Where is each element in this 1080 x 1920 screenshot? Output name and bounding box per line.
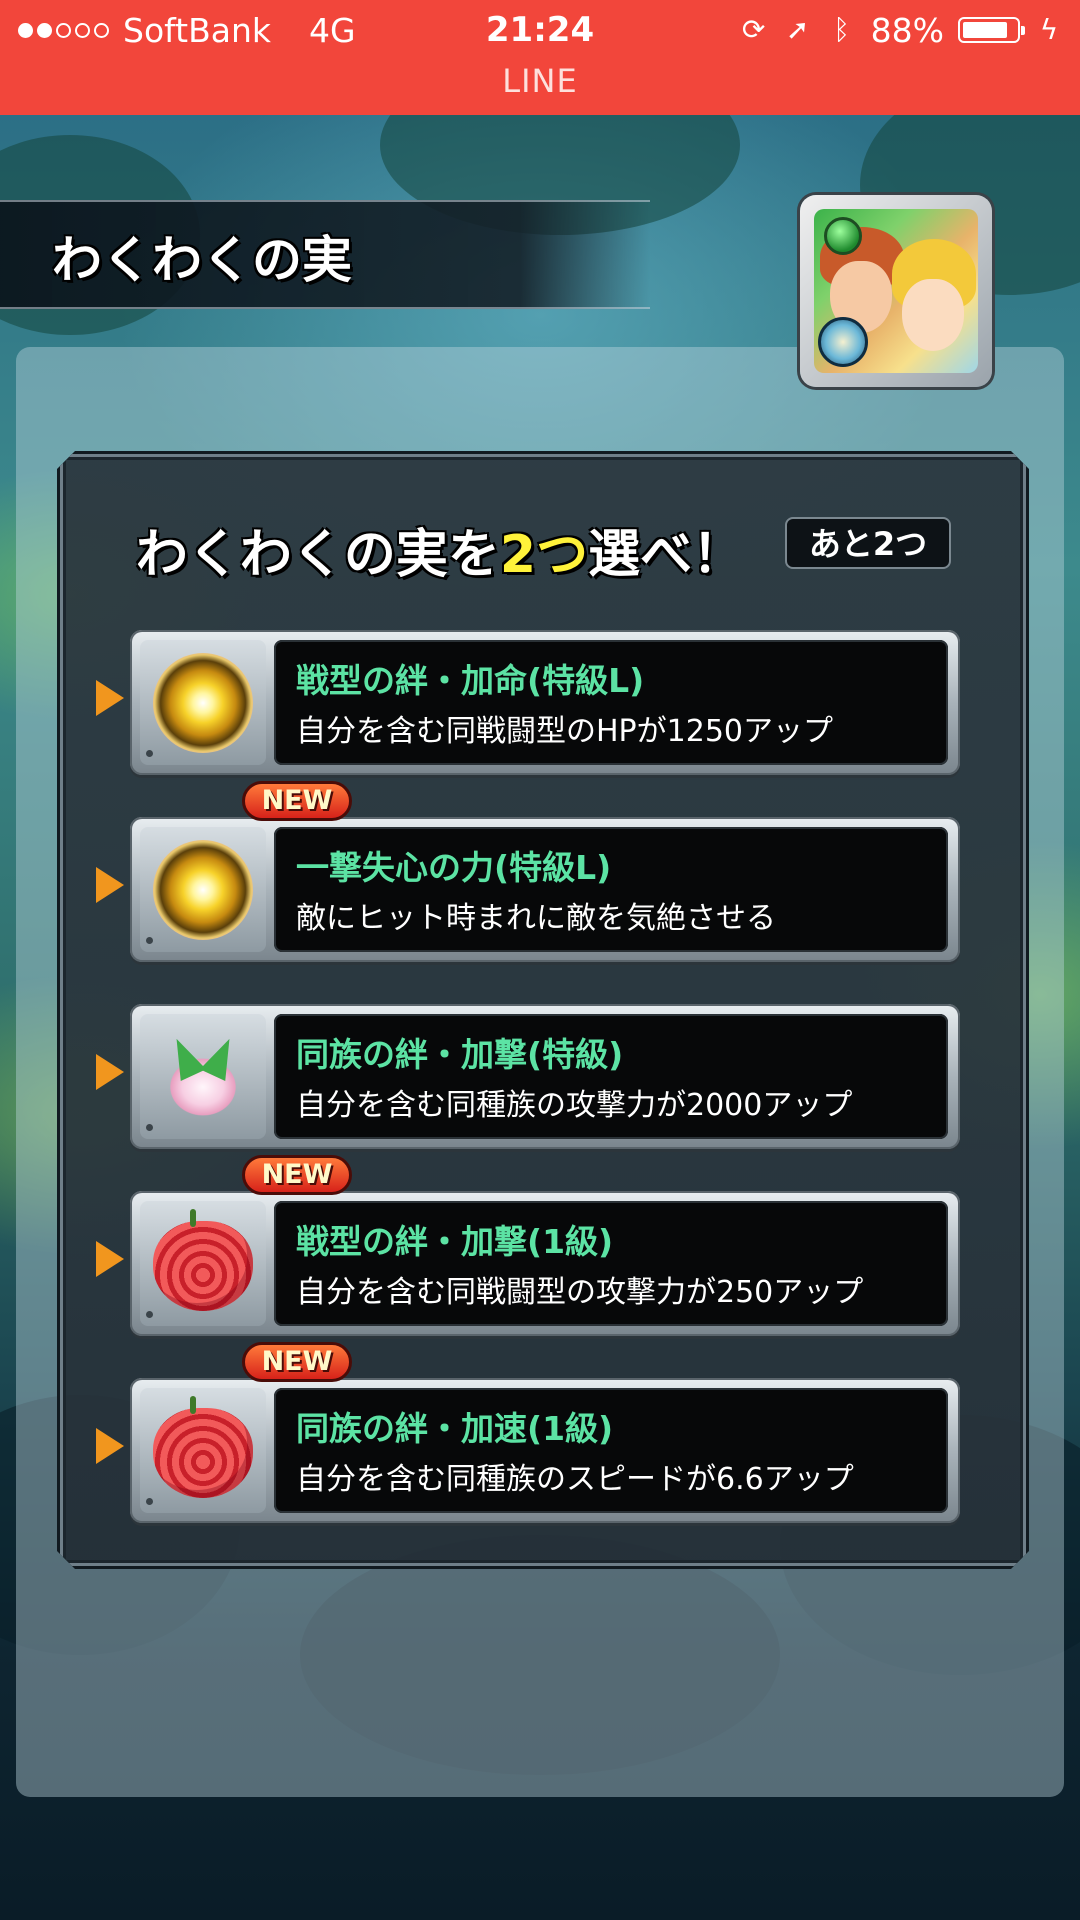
battery-icon <box>958 17 1025 43</box>
element-orb-icon <box>824 217 862 255</box>
location-arrow-icon: ➚ <box>785 13 810 46</box>
red-fruit-icon <box>153 1221 253 1311</box>
fruit-title: 同族の絆・加速(1級) <box>296 1409 614 1448</box>
character-avatar <box>800 195 992 387</box>
new-badge: NEW <box>242 1155 352 1195</box>
return-to-app-label[interactable]: LINE <box>0 62 1080 100</box>
sun-orb-icon <box>153 653 253 753</box>
fruit-option[interactable]: 同族の絆・加速(1級) 自分を含む同種族のスピードが6.6アップ NEW <box>96 1342 962 1523</box>
fruit-description: 自分を含む同種族の攻撃力が2000アップ <box>296 1088 853 1123</box>
selection-arrow-icon <box>96 1428 124 1464</box>
screen-title: わくわくの実 <box>52 231 352 289</box>
new-badge: NEW <box>242 781 352 821</box>
fruit-description-box: 戦型の絆・加撃(1級) 自分を含む同戦闘型の攻撃力が250アップ <box>274 1201 948 1326</box>
heading-count: 2つ <box>499 525 589 585</box>
selection-arrow-icon <box>96 1054 124 1090</box>
fruit-title: 一撃失心の力(特級L) <box>296 848 612 887</box>
selection-arrow-icon <box>96 867 124 903</box>
fruit-icon-slot <box>140 1014 266 1139</box>
fruit-card[interactable]: 一撃失心の力(特級L) 敵にヒット時まれに敵を気絶させる <box>130 817 960 962</box>
battery-percent: 88% <box>870 10 944 50</box>
screen-title-ribbon: わくわくの実 <box>0 200 650 309</box>
rotation-lock-icon: ⟳ <box>741 13 766 46</box>
fruit-description: 敵にヒット時まれに敵を気絶させる <box>296 901 776 936</box>
fruit-title: 戦型の絆・加命(特級L) <box>296 661 645 700</box>
fruit-icon-slot <box>140 827 266 952</box>
selection-arrow-icon <box>96 1241 124 1277</box>
fruit-card[interactable]: 同族の絆・加速(1級) 自分を含む同種族のスピードが6.6アップ <box>130 1378 960 1523</box>
fruit-description-box: 同族の絆・加速(1級) 自分を含む同種族のスピードが6.6アップ <box>274 1388 948 1513</box>
fruit-title: 戦型の絆・加撃(1級) <box>296 1222 614 1261</box>
game-screen: わくわくの実 わくわくの実を2つ選べ！ あと2つ 戦型の絆・加命(特級L) 自分… <box>0 115 1080 1920</box>
red-fruit-icon <box>153 1408 253 1498</box>
luck-badge-icon <box>818 317 868 367</box>
fruit-card[interactable]: 戦型の絆・加撃(1級) 自分を含む同戦闘型の攻撃力が250アップ <box>130 1191 960 1336</box>
selection-heading: わくわくの実を2つ選べ！ <box>95 512 785 587</box>
sun-orb-icon <box>153 840 253 940</box>
remaining-count-badge: あと2つ <box>785 517 951 569</box>
fruit-description: 自分を含む同種族のスピードが6.6アップ <box>296 1462 854 1497</box>
selection-arrow-icon <box>96 680 124 716</box>
heading-text-after: 選べ！ <box>588 525 745 585</box>
fruit-option[interactable]: 戦型の絆・加命(特級L) 自分を含む同戦闘型のHPが1250アップ <box>96 630 962 775</box>
fruit-option[interactable]: 同族の絆・加撃(特級) 自分を含む同種族の攻撃力が2000アップ <box>96 1004 962 1149</box>
fruit-card[interactable]: 同族の絆・加撃(特級) 自分を含む同種族の攻撃力が2000アップ <box>130 1004 960 1149</box>
fruit-card[interactable]: 戦型の絆・加命(特級L) 自分を含む同戦闘型のHPが1250アップ <box>130 630 960 775</box>
fruit-option[interactable]: 戦型の絆・加撃(1級) 自分を含む同戦闘型の攻撃力が250アップ NEW <box>96 1155 962 1336</box>
bluetooth-icon: ᛒ <box>833 13 851 46</box>
heading-text-before: わくわくの実を <box>135 525 500 585</box>
fruit-icon-slot <box>140 640 266 765</box>
status-bar: SoftBank 4G 21:24 ⟳ ➚ ᛒ 88% ϟ LINE <box>0 0 1080 115</box>
fruit-description: 自分を含む同戦闘型の攻撃力が250アップ <box>296 1275 864 1310</box>
fruit-description-box: 戦型の絆・加命(特級L) 自分を含む同戦闘型のHPが1250アップ <box>274 640 948 765</box>
fruit-icon-slot <box>140 1201 266 1326</box>
fruit-description-box: 同族の絆・加撃(特級) 自分を含む同種族の攻撃力が2000アップ <box>274 1014 948 1139</box>
fruit-description: 自分を含む同戦闘型のHPが1250アップ <box>296 714 833 749</box>
crystal-flower-icon <box>153 1027 253 1127</box>
fruit-description-box: 一撃失心の力(特級L) 敵にヒット時まれに敵を気絶させる <box>274 827 948 952</box>
status-right: ⟳ ➚ ᛒ 88% ϟ <box>739 8 1064 52</box>
fruit-option[interactable]: 一撃失心の力(特級L) 敵にヒット時まれに敵を気絶させる NEW <box>96 781 962 962</box>
fruit-icon-slot <box>140 1388 266 1513</box>
new-badge: NEW <box>242 1342 352 1382</box>
fruit-title: 同族の絆・加撃(特級) <box>296 1035 624 1074</box>
charging-bolt-icon: ϟ <box>1039 13 1059 46</box>
